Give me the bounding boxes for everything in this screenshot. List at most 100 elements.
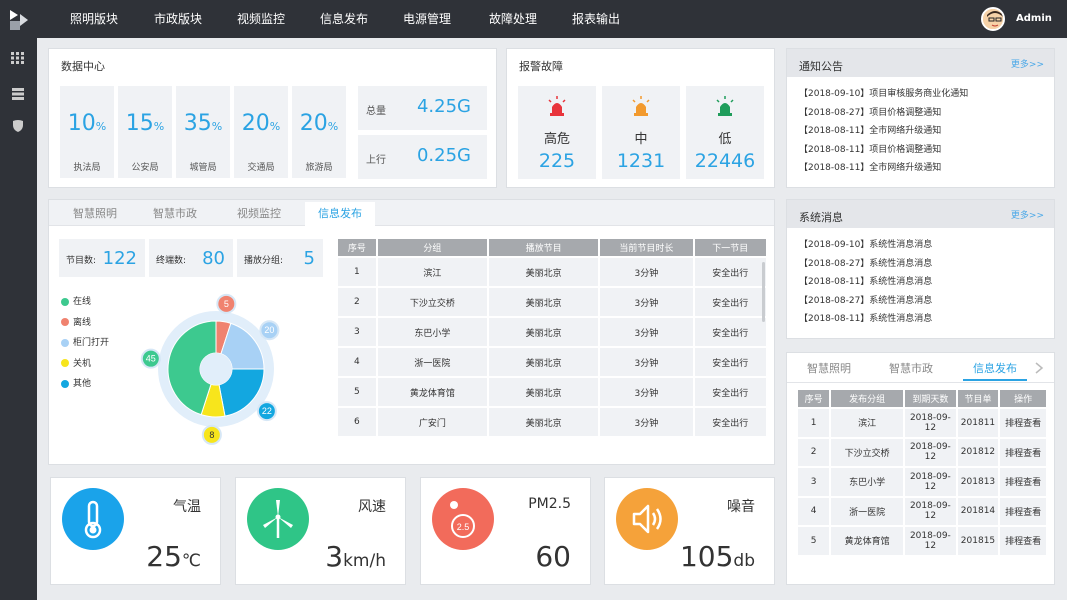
wind-unit: km/h <box>343 551 386 571</box>
table-cell: 广安门 <box>377 408 487 436</box>
noise-badge <box>616 488 678 550</box>
alarm-value: 225 <box>538 150 576 172</box>
user-name[interactable]: Admin <box>1016 0 1052 38</box>
nav-municipal[interactable]: 市政版块 <box>154 0 202 38</box>
table-cell: 3分钟 <box>600 408 693 436</box>
kpi-label: 节目数: <box>66 256 97 266</box>
top-bar: 照明版块 市政版块 视频监控 信息发布 电源管理 故障处理 报表输出 Admin <box>0 0 1067 38</box>
nav-info[interactable]: 信息发布 <box>320 0 368 38</box>
table-row[interactable]: 4 浙一医院 2018-09-12 201814 排程查看 <box>798 497 1046 525</box>
notice-item[interactable]: 【2018-08-11】全市网络升级通知 <box>799 159 968 178</box>
system-message-item[interactable]: 【2018-08-11】系统性消息消息 <box>799 310 932 329</box>
system-message-item[interactable]: 【2018-09-10】系统性消息消息 <box>799 236 932 255</box>
kpi-groups: 播放分组: 5 <box>237 239 323 277</box>
column-header: 当前节目时长 <box>600 239 693 256</box>
alarm-card-low[interactable]: 低 22446 <box>686 86 764 179</box>
avatar-icon <box>983 9 1003 29</box>
notice-item[interactable]: 【2018-08-11】项目价格调整通知 <box>799 141 968 160</box>
table-row[interactable]: 3 东巴小学 美丽北京 3分钟 安全出行 <box>338 318 766 346</box>
tab-info-publish[interactable]: 信息发布 <box>305 202 375 226</box>
table-row[interactable]: 2 下沙立交桥 美丽北京 3分钟 安全出行 <box>338 288 766 316</box>
alarm-panel: 报警故障 高危 225 中 1231 低 22446 <box>506 48 775 188</box>
shield-icon[interactable] <box>11 120 25 132</box>
pm25-value: 60 <box>535 540 571 573</box>
table-cell[interactable]: 排程查看 <box>1000 468 1046 496</box>
table-row[interactable]: 5 黄龙体育馆 2018-09-12 201815 排程查看 <box>798 527 1046 555</box>
nav-lighting[interactable]: 照明版块 <box>70 0 118 38</box>
tab-info-publish[interactable]: 信息发布 <box>963 357 1027 381</box>
avatar[interactable] <box>981 7 1005 31</box>
system-message-item[interactable]: 【2018-08-27】系统性消息消息 <box>799 292 932 311</box>
table-cell[interactable]: 排程查看 <box>1000 497 1046 525</box>
nav-power[interactable]: 电源管理 <box>403 0 451 38</box>
system-message-more-link[interactable]: 更多>> <box>1011 208 1044 221</box>
notice-item[interactable]: 【2018-09-10】项目审核服务商业化通知 <box>799 85 968 104</box>
stat-label: 旅游局 <box>305 163 333 173</box>
table-row[interactable]: 1 滨江 美丽北京 3分钟 安全出行 <box>338 258 766 286</box>
notice-more-link[interactable]: 更多>> <box>1011 57 1044 70</box>
system-message-header: 系统消息 更多>> <box>787 200 1054 228</box>
table-cell: 3分钟 <box>600 288 693 316</box>
stat-card: 20% 交通局 <box>234 86 288 178</box>
kpi-label: 终端数: <box>156 256 187 266</box>
nav-report[interactable]: 报表输出 <box>572 0 620 38</box>
table-body: 1 滨江 美丽北京 3分钟 安全出行 2 下沙立交桥 美丽北京 3分钟 安全出行 3 东巴小学 美丽北京… <box>338 258 766 436</box>
table-header-row: 序号 发布分组 到期天数 节目单 操作 <box>798 390 1046 407</box>
table-row[interactable]: 5 黄龙体育馆 美丽北京 3分钟 安全出行 <box>338 378 766 406</box>
table-header-row: 序号 分组 播放节目 当前节目时长 下一节目 <box>338 239 766 256</box>
table-row[interactable]: 6 广安门 美丽北京 3分钟 安全出行 <box>338 408 766 436</box>
column-header: 序号 <box>338 239 376 256</box>
legend-swatch <box>61 359 69 367</box>
total-label: 总量 <box>366 106 386 117</box>
notice-item[interactable]: 【2018-08-11】全市网络升级通知 <box>799 122 968 141</box>
alarm-card-medium[interactable]: 中 1231 <box>602 86 680 179</box>
tab-smart-municipal[interactable]: 智慧市政 <box>883 357 939 381</box>
table-cell: 5 <box>798 527 830 555</box>
tab-smart-municipal[interactable]: 智慧市政 <box>137 202 213 226</box>
info-panel: 智慧照明 智慧市政 视频监控 信息发布 节目数: 122 终端数: 80 播放分… <box>48 199 775 465</box>
sidebar <box>0 38 37 600</box>
system-message-item[interactable]: 【2018-08-27】系统性消息消息 <box>799 255 932 274</box>
table-cell: 2 <box>338 288 376 316</box>
system-message-title: 系统消息 <box>799 211 843 224</box>
layers-icon[interactable] <box>11 88 25 100</box>
legend-item: 在线 <box>61 292 109 313</box>
legend-swatch <box>61 338 69 347</box>
table-cell: 安全出行 <box>694 408 766 436</box>
table-cell: 1 <box>798 409 830 437</box>
table-scrollbar[interactable] <box>762 262 765 322</box>
table-cell[interactable]: 排程查看 <box>1000 527 1046 555</box>
temperature-badge <box>62 488 124 550</box>
nav-fault[interactable]: 故障处理 <box>489 0 537 38</box>
stat-card: 15% 公安局 <box>118 86 172 178</box>
tab-video-monitor[interactable]: 视频监控 <box>221 202 297 226</box>
system-message-item[interactable]: 【2018-08-11】系统性消息消息 <box>799 273 932 292</box>
tab-smart-lighting[interactable]: 智慧照明 <box>801 357 857 381</box>
tab-smart-lighting[interactable]: 智慧照明 <box>57 202 133 226</box>
table-row[interactable]: 1 滨江 2018-09-12 201811 排程查看 <box>798 409 1046 437</box>
pie-value-label: 5 <box>224 299 229 309</box>
pie-value-label: 20 <box>264 325 274 335</box>
table-cell: 1 <box>338 258 376 286</box>
system-message-panel: 系统消息 更多>> 【2018-09-10】系统性消息消息 【2018-08-2… <box>786 199 1055 339</box>
pm25-icon: 2.5 <box>450 501 475 538</box>
notice-item[interactable]: 【2018-08-27】项目价格调整通知 <box>799 104 968 123</box>
notice-list: 【2018-09-10】项目审核服务商业化通知 【2018-08-27】项目价格… <box>799 85 968 178</box>
table-cell[interactable]: 排程查看 <box>1000 409 1046 437</box>
table-row[interactable]: 3 东巴小学 2018-09-12 201813 排程查看 <box>798 468 1046 496</box>
table-cell[interactable]: 排程查看 <box>1000 438 1046 466</box>
table-cell: 5 <box>338 378 376 406</box>
grid-icon[interactable] <box>11 52 25 64</box>
table-row[interactable]: 2 下沙立交桥 2018-09-12 201812 排程查看 <box>798 438 1046 466</box>
nav-video[interactable]: 视频监控 <box>237 0 285 38</box>
alarm-card-high[interactable]: 高危 225 <box>518 86 596 179</box>
kpi-label: 播放分组: <box>244 256 284 266</box>
legend-swatch <box>61 379 69 388</box>
table-cell: 201812 <box>957 438 999 466</box>
chevron-right-icon[interactable] <box>1034 362 1044 374</box>
table-row[interactable]: 4 浙一医院 美丽北京 3分钟 安全出行 <box>338 348 766 376</box>
table-cell: 美丽北京 <box>488 408 599 436</box>
noise-label: 噪音 <box>727 499 755 515</box>
table-cell: 安全出行 <box>694 288 766 316</box>
column-header: 到期天数 <box>905 390 956 407</box>
